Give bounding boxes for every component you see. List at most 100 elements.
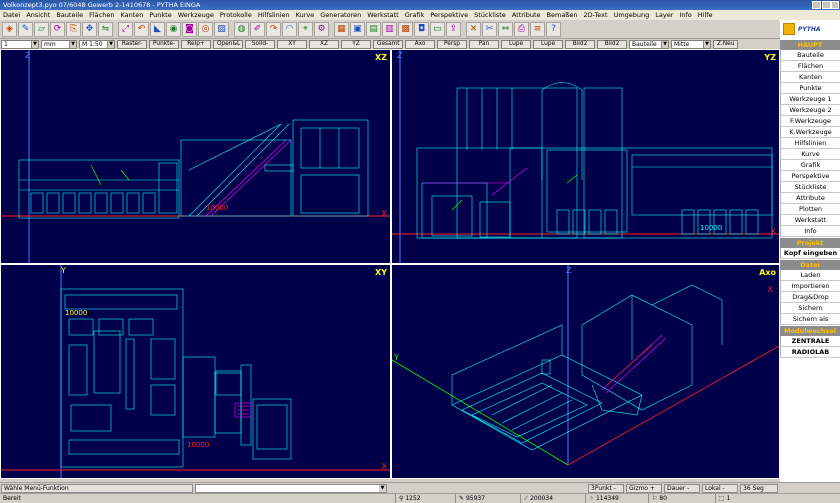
panel-item[interactable]: Info [780, 226, 840, 237]
panel-item[interactable]: Stückliste [780, 182, 840, 193]
view-button[interactable]: Axo [405, 39, 435, 49]
bauteile-select[interactable]: Bauteile ▼ [629, 39, 669, 49]
settings-icon[interactable]: ⚙ [314, 21, 329, 37]
reference-icon[interactable]: ⌖ [298, 21, 313, 37]
panel-item[interactable]: RADIOLAB [780, 347, 840, 358]
view-button[interactable]: Persp [437, 39, 467, 49]
brush-icon[interactable]: ✐ [250, 21, 265, 37]
panel-item[interactable]: Flächen [780, 61, 840, 72]
arc-icon[interactable]: ◠ [282, 21, 297, 37]
menu-item[interactable]: Werkzeuge [175, 11, 217, 19]
draw-icon[interactable]: ✎ [18, 21, 33, 37]
mirror-icon[interactable]: ⇋ [98, 21, 113, 37]
menu-item[interactable]: Bauteile [53, 11, 86, 19]
cut-icon[interactable]: ✂ [482, 21, 497, 37]
extrude-icon[interactable]: ▱ [34, 21, 49, 37]
grid-icon[interactable]: ▦ [334, 21, 349, 37]
view-button[interactable]: Lupe [533, 39, 563, 49]
viewport-axo[interactable]: Axo Z X Y [391, 264, 780, 479]
view-button[interactable]: Pan [469, 39, 499, 49]
panel-item[interactable]: Grafik [780, 160, 840, 171]
menu-item[interactable]: Werkstatt [364, 11, 402, 19]
view-button[interactable]: Lupe [501, 39, 531, 49]
viewport-xz[interactable]: XZ Z X 10000 [0, 49, 391, 264]
command-field[interactable]: 3Punkt - [588, 484, 624, 493]
layer-select[interactable]: 1 ▼ [1, 39, 39, 49]
delete-icon[interactable]: ✕ [466, 21, 481, 37]
panel-item[interactable]: Plotten [780, 204, 840, 215]
undo-icon[interactable]: ↶ [134, 21, 149, 37]
panel-item[interactable]: Laden [780, 270, 840, 281]
redo-icon[interactable]: ↷ [266, 21, 281, 37]
command-field[interactable]: Gizmo + [626, 484, 662, 493]
view-button[interactable]: YZ [341, 39, 371, 49]
z-neu-button[interactable]: Z.Neu [713, 39, 739, 49]
viewport-xy[interactable]: XY Y X 10000 10000 [0, 264, 391, 479]
panel-item[interactable]: Sichern [780, 303, 840, 314]
panel-item[interactable]: Attribute [780, 193, 840, 204]
panel-item[interactable]: Kurve [780, 149, 840, 160]
view-button[interactable]: XZ [309, 39, 339, 49]
menu-item[interactable]: Stückliste [471, 11, 509, 19]
help-icon[interactable]: ? [546, 21, 561, 37]
menu-item[interactable]: Kurve [293, 11, 318, 19]
panel-item[interactable]: Bauteile [780, 50, 840, 61]
minimize-button[interactable] [812, 1, 821, 9]
view-button[interactable]: Open&L [213, 39, 243, 49]
open-icon[interactable]: ◈ [2, 21, 17, 37]
view-button[interactable]: Solid- [245, 39, 275, 49]
menu-item[interactable]: Layer [652, 11, 676, 19]
menu-item[interactable]: Umgebung [611, 11, 653, 19]
command-field[interactable]: Lokal - [702, 484, 738, 493]
menu-item[interactable]: Info [676, 11, 694, 19]
menu-item[interactable]: Ansicht [23, 11, 53, 19]
panel-item[interactable]: F.Werkzeuge [780, 116, 840, 127]
shade-icon[interactable]: ◘ [414, 21, 429, 37]
view-button[interactable]: Raster- [117, 39, 147, 49]
panel-item[interactable]: Kanten [780, 72, 840, 83]
panel-item[interactable]: Werkstatt [780, 215, 840, 226]
view-button[interactable]: Bild2 [565, 39, 595, 49]
menu-item[interactable]: 2D-Text [581, 11, 611, 19]
panel-item[interactable]: Perspektive [780, 171, 840, 182]
unit-select[interactable]: mm ▼ [41, 39, 77, 49]
menu-item[interactable]: Bemaßen [544, 11, 581, 19]
menu-item[interactable]: Datei [0, 11, 23, 19]
panel-item[interactable]: Sichern als [780, 314, 840, 325]
menu-item[interactable]: Flächen [86, 11, 117, 19]
view-button[interactable]: Punkte- [149, 39, 179, 49]
menu-item[interactable]: Hilfe [695, 11, 716, 19]
panel-item[interactable]: K.Werkzeuge [780, 127, 840, 138]
command-field[interactable]: Dauer - [664, 484, 700, 493]
panel-item[interactable]: Hilfslinien [780, 138, 840, 149]
panel-item[interactable]: Werkzeuge 1 [780, 94, 840, 105]
panel-item[interactable]: Punkte [780, 83, 840, 94]
menu-item[interactable]: Grafik [402, 11, 428, 19]
rotate-icon[interactable]: ⟳ [50, 21, 65, 37]
command-input[interactable]: ▼ [195, 484, 387, 493]
scale-select[interactable]: M 1:50 ▼ [79, 39, 115, 49]
menu-item[interactable]: Attribute [509, 11, 544, 19]
layer-icon[interactable]: ▤ [366, 21, 381, 37]
panel-item[interactable]: Importieren [780, 281, 840, 292]
pattern-icon[interactable]: ▩ [398, 21, 413, 37]
view-button[interactable]: XY [277, 39, 307, 49]
mitte-select[interactable]: Mitte ▼ [671, 39, 711, 49]
print-icon[interactable]: ⎙ [514, 21, 529, 37]
clipboard-icon[interactable]: ▭ [430, 21, 445, 37]
copy-icon[interactable]: ⎘ [66, 21, 81, 37]
viewport-yz[interactable]: YZ Z X 10000 [391, 49, 780, 264]
command-field[interactable]: 36 Seg [740, 484, 778, 493]
scale-icon[interactable]: ⤢ [118, 21, 133, 37]
panel-item[interactable]: ZENTRALE [780, 336, 840, 347]
menu-item[interactable]: Hilfslinien [255, 11, 293, 19]
panel-item[interactable]: Kopf eingeben [780, 248, 840, 259]
menu-item[interactable]: Protokolle [217, 11, 255, 19]
stretch-icon[interactable]: ⇔ [498, 21, 513, 37]
close-button[interactable] [831, 1, 839, 9]
move-icon[interactable]: ✥ [82, 21, 97, 37]
menu-item[interactable]: Perspektive [427, 11, 471, 19]
maximize-button[interactable] [822, 1, 831, 9]
view-button[interactable]: Gesamt [373, 39, 403, 49]
table-icon[interactable]: ▥ [382, 21, 397, 37]
